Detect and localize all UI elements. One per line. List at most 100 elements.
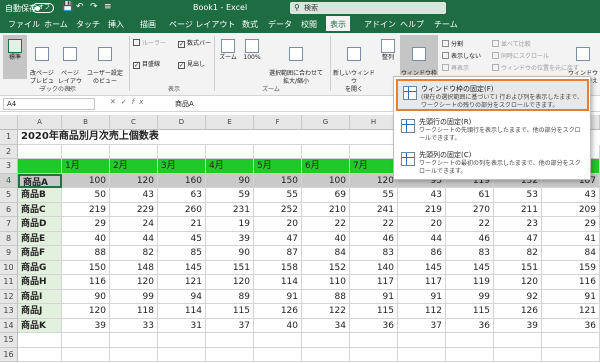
value-cell[interactable]: 83 bbox=[446, 246, 494, 261]
product-name-cell[interactable]: 商品A bbox=[18, 173, 62, 188]
value-cell[interactable]: 46 bbox=[446, 231, 494, 246]
tab-view[interactable]: 表示 bbox=[326, 16, 350, 33]
value-cell[interactable]: 39 bbox=[494, 318, 542, 333]
custom-views-button[interactable]: ユーザー設定 のビュー bbox=[85, 39, 125, 86]
tab-draw[interactable]: 描画 bbox=[136, 16, 160, 33]
cell[interactable] bbox=[62, 333, 110, 348]
value-cell[interactable]: 44 bbox=[110, 231, 158, 246]
value-cell[interactable]: 47 bbox=[494, 231, 542, 246]
column-header[interactable]: E bbox=[206, 115, 254, 130]
tab-addins[interactable]: アドイン bbox=[360, 16, 400, 33]
value-cell[interactable]: 119 bbox=[446, 275, 494, 290]
product-name-cell[interactable]: 商品H bbox=[18, 275, 62, 290]
tab-home[interactable]: ホーム bbox=[40, 16, 72, 33]
row-header[interactable]: 10 bbox=[0, 260, 18, 275]
value-cell[interactable]: 40 bbox=[254, 318, 302, 333]
value-cell[interactable]: 120 bbox=[110, 173, 158, 188]
cell[interactable] bbox=[350, 144, 398, 159]
search-input[interactable]: ⚲ 検索 bbox=[290, 2, 446, 14]
value-cell[interactable]: 91 bbox=[350, 289, 398, 304]
row-header[interactable]: 4 bbox=[0, 173, 18, 188]
view-side-by-side-button[interactable]: 並べて比較 bbox=[492, 40, 531, 49]
value-cell[interactable]: 29 bbox=[542, 217, 600, 232]
cell[interactable] bbox=[18, 144, 62, 159]
value-cell[interactable]: 47 bbox=[254, 231, 302, 246]
name-box[interactable]: A4 bbox=[3, 98, 95, 110]
arrange-all-button[interactable]: 整列 bbox=[377, 39, 399, 62]
month-header-cell[interactable]: 6月 bbox=[302, 159, 350, 174]
value-cell[interactable]: 46 bbox=[350, 231, 398, 246]
value-cell[interactable]: 40 bbox=[302, 231, 350, 246]
cell[interactable] bbox=[542, 333, 600, 348]
zoom-100-button[interactable]: 100% bbox=[240, 39, 264, 62]
formula-value[interactable]: 商品A bbox=[175, 99, 194, 109]
cell[interactable] bbox=[398, 333, 446, 348]
cell[interactable] bbox=[398, 347, 446, 362]
value-cell[interactable]: 121 bbox=[158, 275, 206, 290]
value-cell[interactable]: 100 bbox=[62, 173, 110, 188]
value-cell[interactable]: 86 bbox=[398, 246, 446, 261]
value-cell[interactable]: 99 bbox=[446, 289, 494, 304]
gridlines-checkbox[interactable]: ✓ 目盛線 bbox=[133, 60, 160, 69]
row-header[interactable]: 13 bbox=[0, 304, 18, 319]
value-cell[interactable]: 159 bbox=[542, 260, 600, 275]
value-cell[interactable]: 24 bbox=[110, 217, 158, 232]
month-header-cell[interactable]: 1月 bbox=[62, 159, 110, 174]
value-cell[interactable]: 88 bbox=[62, 246, 110, 261]
cell[interactable] bbox=[18, 347, 62, 362]
ruler-checkbox[interactable]: ルーラー bbox=[133, 39, 166, 48]
column-header[interactable]: D bbox=[158, 115, 206, 130]
new-window-button[interactable]: 新しいウィンドウ を開く bbox=[333, 39, 375, 94]
save-icon[interactable]: 💾 bbox=[62, 2, 73, 12]
cell[interactable] bbox=[206, 144, 254, 159]
value-cell[interactable]: 43 bbox=[110, 188, 158, 203]
value-cell[interactable]: 37 bbox=[398, 318, 446, 333]
cell[interactable] bbox=[350, 333, 398, 348]
value-cell[interactable]: 94 bbox=[158, 289, 206, 304]
tab-formulas[interactable]: 数式 bbox=[238, 16, 262, 33]
column-header[interactable]: G bbox=[302, 115, 350, 130]
cell[interactable] bbox=[206, 333, 254, 348]
tab-insert[interactable]: 挿入 bbox=[104, 16, 128, 33]
value-cell[interactable]: 120 bbox=[350, 173, 398, 188]
value-cell[interactable]: 44 bbox=[398, 231, 446, 246]
freeze-first-column-menu-item[interactable]: 先頭列の固定(C) ワークシートの最初の列を表示したままで、他の部分をスクロール… bbox=[396, 147, 589, 179]
cell[interactable] bbox=[110, 347, 158, 362]
hide-button[interactable]: 表示しない bbox=[442, 52, 481, 61]
value-cell[interactable]: 160 bbox=[158, 173, 206, 188]
cell[interactable] bbox=[206, 347, 254, 362]
cell[interactable] bbox=[494, 333, 542, 348]
column-header[interactable]: B bbox=[62, 115, 110, 130]
tab-page-layout[interactable]: ページ レイアウト bbox=[165, 16, 239, 33]
customize-qat-icon[interactable]: ≡ bbox=[104, 2, 112, 12]
freeze-top-row-menu-item[interactable]: 先頭行の固定(R) ワークシートの先頭行を表示したままで、他の部分をスクロールで… bbox=[396, 114, 589, 146]
cell[interactable] bbox=[110, 333, 158, 348]
value-cell[interactable]: 115 bbox=[206, 304, 254, 319]
freeze-panes-menu-item[interactable]: ウィンドウ枠の固定(F) (現在の選択範囲に基づいて) 行および列を表示したまま… bbox=[396, 79, 589, 111]
month-header-cell[interactable]: 4月 bbox=[206, 159, 254, 174]
row-header[interactable]: 7 bbox=[0, 217, 18, 232]
sheet-title-cell[interactable]: 2020年商品別月次売上個数表 bbox=[18, 130, 418, 145]
redo-icon[interactable]: ↷ bbox=[90, 2, 98, 12]
value-cell[interactable]: 50 bbox=[62, 188, 110, 203]
value-cell[interactable]: 209 bbox=[542, 202, 600, 217]
tab-data[interactable]: データ bbox=[264, 16, 296, 33]
value-cell[interactable]: 87 bbox=[254, 246, 302, 261]
product-name-cell[interactable]: 商品D bbox=[18, 217, 62, 232]
cell[interactable] bbox=[254, 144, 302, 159]
value-cell[interactable]: 116 bbox=[542, 275, 600, 290]
value-cell[interactable]: 36 bbox=[446, 318, 494, 333]
zoom-to-selection-button[interactable]: 選択範囲に合わせて 拡大/縮小 bbox=[265, 39, 327, 86]
value-cell[interactable]: 117 bbox=[398, 275, 446, 290]
cell[interactable] bbox=[158, 333, 206, 348]
value-cell[interactable]: 41 bbox=[542, 231, 600, 246]
value-cell[interactable]: 252 bbox=[254, 202, 302, 217]
tab-team[interactable]: チーム bbox=[430, 16, 462, 33]
row-header[interactable]: 3 bbox=[0, 159, 18, 174]
row-header[interactable]: 6 bbox=[0, 202, 18, 217]
product-name-cell[interactable]: 商品B bbox=[18, 188, 62, 203]
cell[interactable] bbox=[62, 144, 110, 159]
cell[interactable] bbox=[350, 347, 398, 362]
value-cell[interactable]: 120 bbox=[110, 275, 158, 290]
value-cell[interactable]: 229 bbox=[110, 202, 158, 217]
